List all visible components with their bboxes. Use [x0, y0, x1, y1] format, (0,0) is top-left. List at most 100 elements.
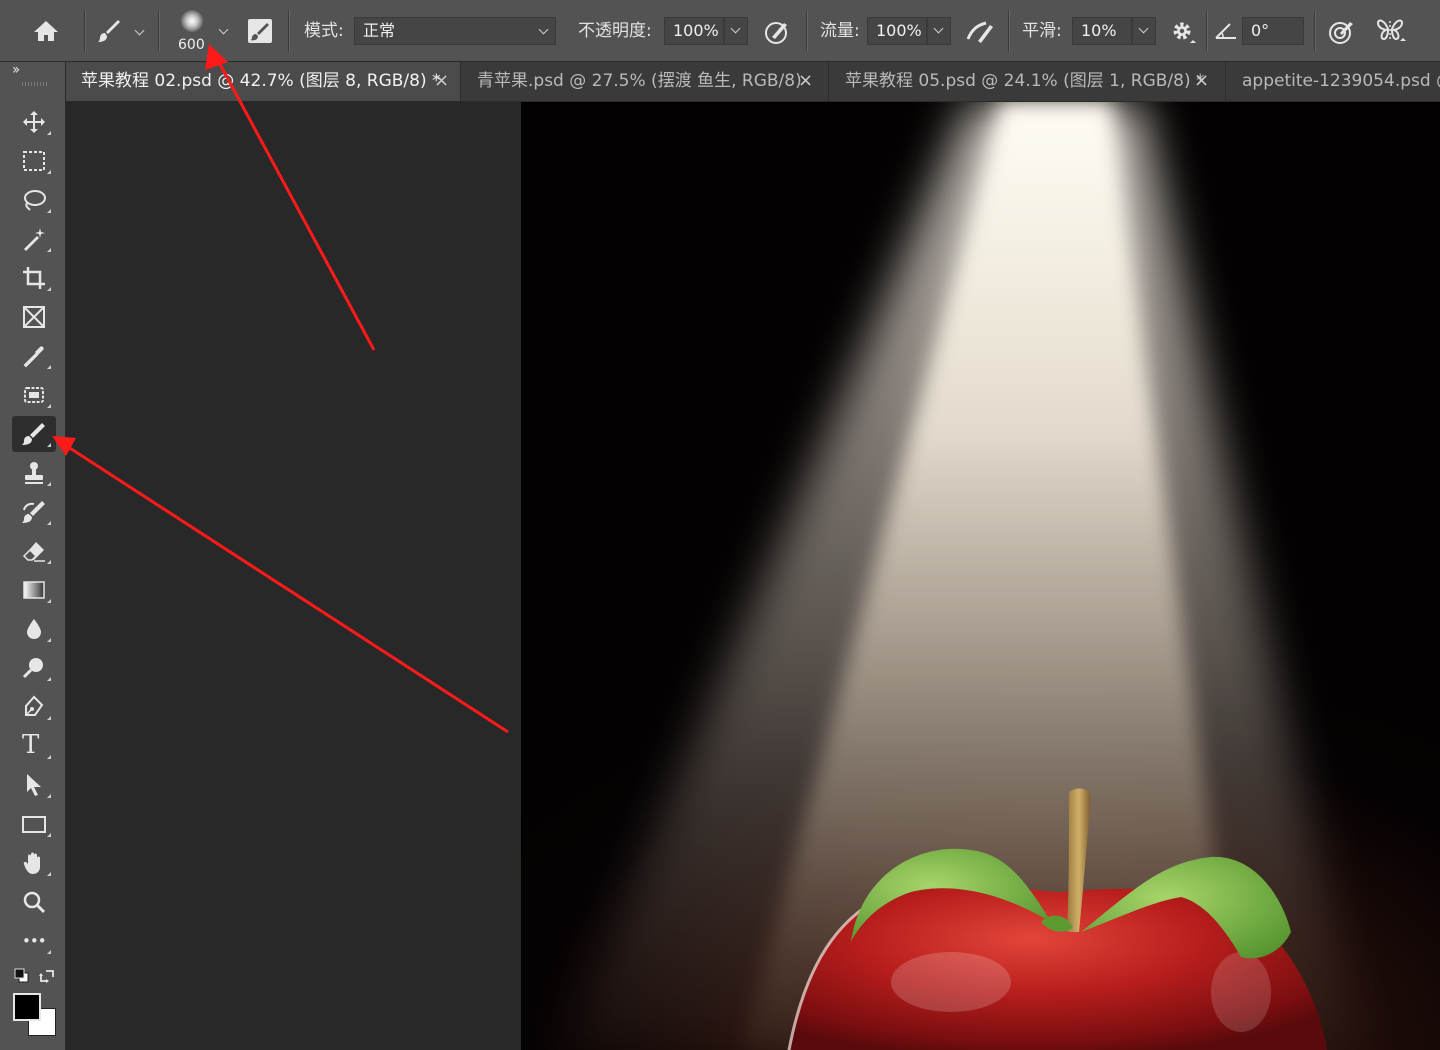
arrow-cursor-icon	[27, 774, 41, 796]
eraser-icon	[22, 542, 45, 562]
pressure-opacity-toggle[interactable]	[762, 17, 792, 47]
move-icon	[23, 111, 45, 133]
brush-settings-icon	[248, 19, 272, 43]
magic-wand-icon	[24, 228, 45, 251]
smoothing-options-button[interactable]	[1168, 17, 1198, 47]
foreground-color-swatch[interactable]	[13, 993, 41, 1021]
opacity-input[interactable]: 100%	[664, 17, 724, 45]
chevron-down-icon	[134, 25, 145, 36]
mode-label: 模式:	[304, 21, 344, 41]
pressure-size-icon	[1329, 22, 1353, 44]
zoom-tool[interactable]	[12, 884, 56, 920]
tab-label: appetite-1239054.psd @	[1242, 71, 1440, 91]
expand-panel-button[interactable]: ››	[12, 62, 20, 78]
brush-tool[interactable]	[12, 416, 56, 452]
chevron-down-icon	[218, 24, 229, 35]
spotlight-apple-artwork	[561, 102, 1361, 1050]
lasso-tool[interactable]	[12, 182, 56, 218]
bandage-icon	[24, 387, 44, 403]
brush-icon	[22, 423, 45, 445]
brush-tip-preview	[181, 10, 203, 32]
pressure-size-toggle[interactable]	[1326, 17, 1356, 47]
tab-document-4[interactable]: appetite-1239054.psd @	[1227, 62, 1440, 101]
type-tool[interactable]: T	[12, 728, 56, 764]
eyedropper-tool[interactable]	[12, 338, 56, 374]
history-brush-icon	[22, 501, 45, 523]
smoothing-input[interactable]: 10%	[1072, 17, 1132, 45]
history-brush-tool[interactable]	[12, 494, 56, 530]
close-icon[interactable]: ×	[1194, 62, 1209, 100]
gradient-tool[interactable]	[12, 572, 56, 608]
move-tool[interactable]	[12, 104, 56, 140]
tab-label: 苹果教程 05.psd @ 24.1% (图层 1, RGB/8) *	[845, 71, 1205, 91]
tab-document-3[interactable]: 苹果教程 05.psd @ 24.1% (图层 1, RGB/8) * ×	[830, 62, 1226, 101]
eyedropper-icon	[23, 346, 44, 368]
eraser-tool[interactable]	[12, 533, 56, 569]
dodge-icon	[22, 658, 43, 679]
chevron-down-icon	[538, 24, 549, 35]
brush-size-value: 600	[178, 37, 205, 53]
rectangular-marquee-icon	[23, 151, 45, 171]
home-button[interactable]	[28, 14, 64, 48]
document-tabs: 苹果教程 02.psd @ 42.7% (图层 8, RGB/8) * × 青苹…	[66, 62, 1440, 102]
healing-brush-tool[interactable]	[12, 377, 56, 413]
pen-tool[interactable]	[12, 689, 56, 725]
tools-panel: ›› T •••	[0, 62, 66, 1050]
path-selection-tool[interactable]	[12, 767, 56, 803]
airbrush-toggle[interactable]	[964, 17, 996, 47]
pen-icon	[25, 695, 44, 716]
type-icon: T	[22, 730, 40, 760]
hand-icon	[23, 852, 40, 874]
frame-tool[interactable]	[12, 299, 56, 335]
rectangle-tool[interactable]	[12, 806, 56, 842]
document-workspace[interactable]	[66, 102, 1440, 1050]
water-drop-icon	[27, 619, 41, 639]
gradient-icon	[23, 581, 45, 599]
dodge-tool[interactable]	[12, 650, 56, 686]
clone-stamp-tool[interactable]	[12, 455, 56, 491]
smoothing-slider-toggle[interactable]	[1132, 17, 1156, 45]
ellipsis-icon: •••	[22, 932, 47, 950]
tab-label: 苹果教程 02.psd @ 42.7% (图层 8, RGB/8) *	[81, 71, 441, 91]
rectangle-icon	[22, 816, 46, 833]
hand-tool[interactable]	[12, 845, 56, 881]
frame-icon	[23, 306, 45, 328]
close-icon[interactable]: ×	[434, 62, 449, 100]
brush-preset-picker[interactable]: 600	[168, 6, 234, 58]
chevron-down-icon	[933, 23, 944, 34]
blur-tool[interactable]	[12, 611, 56, 647]
brush-icon	[98, 20, 120, 42]
home-icon	[34, 21, 58, 41]
swap-colors-button[interactable]	[38, 968, 56, 984]
crop-tool[interactable]	[12, 260, 56, 296]
opacity-slider-toggle[interactable]	[724, 17, 748, 45]
crop-icon	[23, 267, 45, 289]
blend-mode-value: 正常	[363, 21, 396, 40]
tab-document-2[interactable]: 青苹果.psd @ 27.5% (摆渡 鱼生, RGB/8) ×	[462, 62, 829, 101]
angle-input[interactable]: 0°	[1242, 17, 1304, 45]
options-bar: 600 模式: 正常 不透明度: 100% 流量: 100% 平滑: 10% 0…	[0, 0, 1440, 62]
gear-icon	[1173, 22, 1196, 43]
close-icon[interactable]: ×	[798, 62, 813, 100]
panel-grip[interactable]	[22, 82, 48, 86]
flow-input[interactable]: 100%	[867, 17, 927, 45]
tool-preset-picker[interactable]	[94, 16, 154, 48]
flow-label: 流量:	[820, 21, 860, 41]
brush-settings-toggle[interactable]	[246, 17, 274, 45]
chevron-down-icon	[730, 23, 741, 34]
marquee-tool[interactable]	[12, 143, 56, 179]
symmetry-options-button[interactable]	[1374, 15, 1408, 47]
blend-mode-select[interactable]: 正常	[354, 17, 556, 45]
more-tools-button[interactable]: •••	[12, 923, 56, 959]
swap-arrows-icon	[39, 970, 54, 983]
default-colors-button[interactable]	[14, 968, 30, 984]
tab-document-1[interactable]: 苹果教程 02.psd @ 42.7% (图层 8, RGB/8) * ×	[66, 62, 461, 101]
opacity-label: 不透明度:	[578, 21, 652, 41]
document-canvas[interactable]	[521, 102, 1440, 1050]
magic-wand-tool[interactable]	[12, 221, 56, 257]
lasso-icon	[24, 190, 46, 211]
pressure-opacity-icon	[765, 22, 787, 44]
angle-icon	[1214, 20, 1238, 42]
butterfly-icon	[1376, 19, 1406, 41]
flow-slider-toggle[interactable]	[927, 17, 951, 45]
